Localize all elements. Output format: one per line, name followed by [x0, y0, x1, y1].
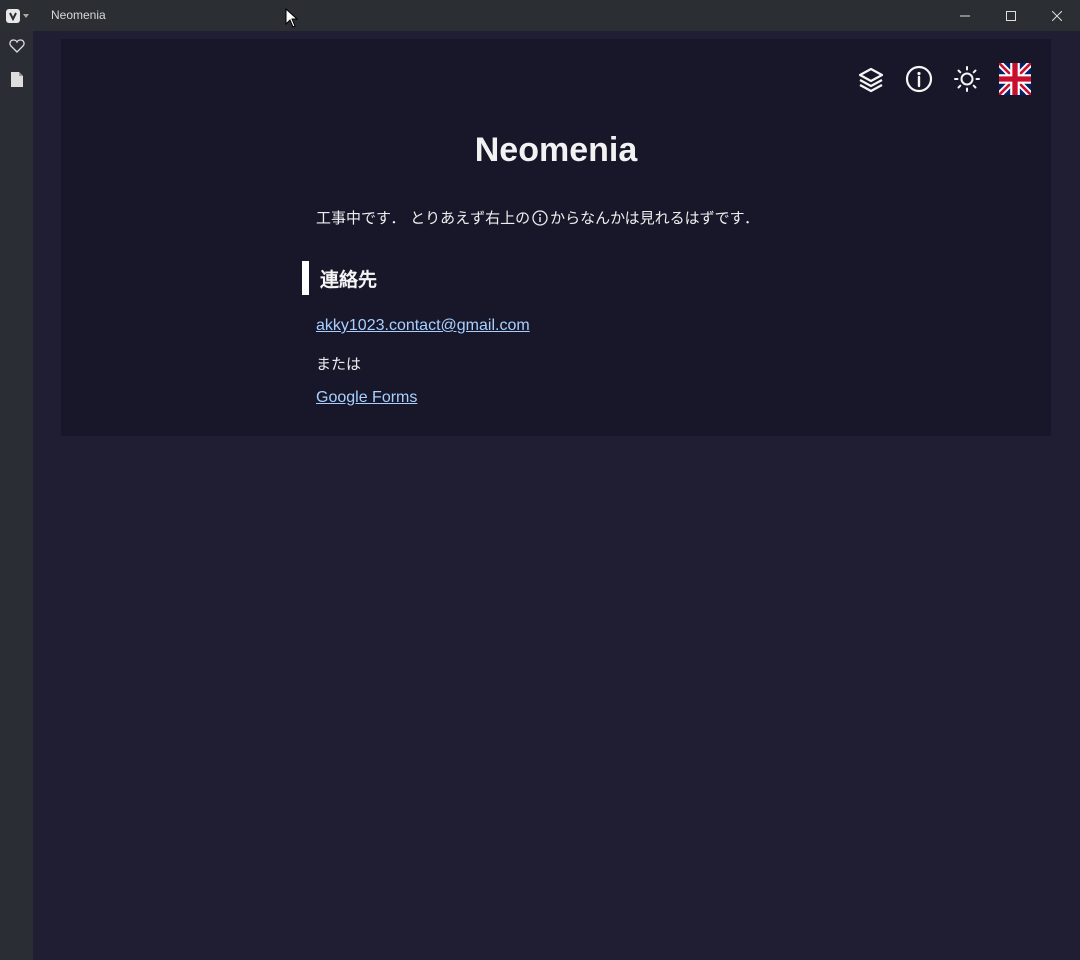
vivaldi-logo-icon [6, 9, 20, 23]
site-toolbar [855, 63, 1031, 95]
google-forms-link[interactable]: Google Forms [316, 389, 417, 407]
notice-text-before: 工事中です． とりあえず右上の [316, 209, 531, 227]
info-icon [531, 209, 549, 227]
layers-button[interactable] [855, 63, 887, 95]
maximize-button[interactable] [988, 0, 1034, 31]
sun-icon [954, 66, 980, 92]
contact-heading-text: 連絡先 [320, 268, 378, 291]
close-button[interactable] [1034, 0, 1080, 31]
heart-icon [9, 39, 25, 53]
notice-text-after: からなんかは見れるはずです． [550, 209, 759, 227]
contact-section-heading: 連絡先 [302, 261, 377, 295]
mouse-cursor-icon [285, 8, 299, 28]
contact-email-link[interactable]: akky1023.contact@gmail.com [316, 317, 530, 335]
document-icon [11, 71, 23, 87]
theme-toggle-button[interactable] [951, 63, 983, 95]
language-button[interactable] [999, 63, 1031, 95]
maximize-icon [1006, 10, 1016, 21]
title-bar: Neomenia [0, 0, 1080, 31]
minimize-icon [960, 15, 970, 16]
app-menu-button[interactable] [6, 8, 34, 24]
or-text: または [316, 355, 362, 373]
web-content: Neomenia 工事中です． とりあえず右上の からなんかは見れるはずです． … [33, 31, 1080, 960]
heading-accent-bar [302, 261, 309, 295]
page-title: Neomenia [474, 131, 638, 169]
page-card: Neomenia 工事中です． とりあえず右上の からなんかは見れるはずです． … [61, 39, 1051, 436]
minimize-button[interactable] [942, 0, 988, 31]
uk-flag-icon [999, 63, 1031, 95]
bookmarks-button[interactable] [8, 37, 26, 55]
window-title: Neomenia [51, 8, 106, 22]
close-icon [1052, 10, 1062, 21]
browser-sidebar [0, 31, 33, 960]
window-controls [942, 0, 1080, 31]
info-button[interactable] [903, 63, 935, 95]
construction-notice: 工事中です． とりあえず右上の からなんかは見れるはずです． [316, 207, 759, 228]
info-icon [905, 65, 933, 93]
chevron-down-icon [23, 14, 29, 18]
layers-icon [858, 67, 884, 93]
notes-button[interactable] [8, 70, 26, 88]
